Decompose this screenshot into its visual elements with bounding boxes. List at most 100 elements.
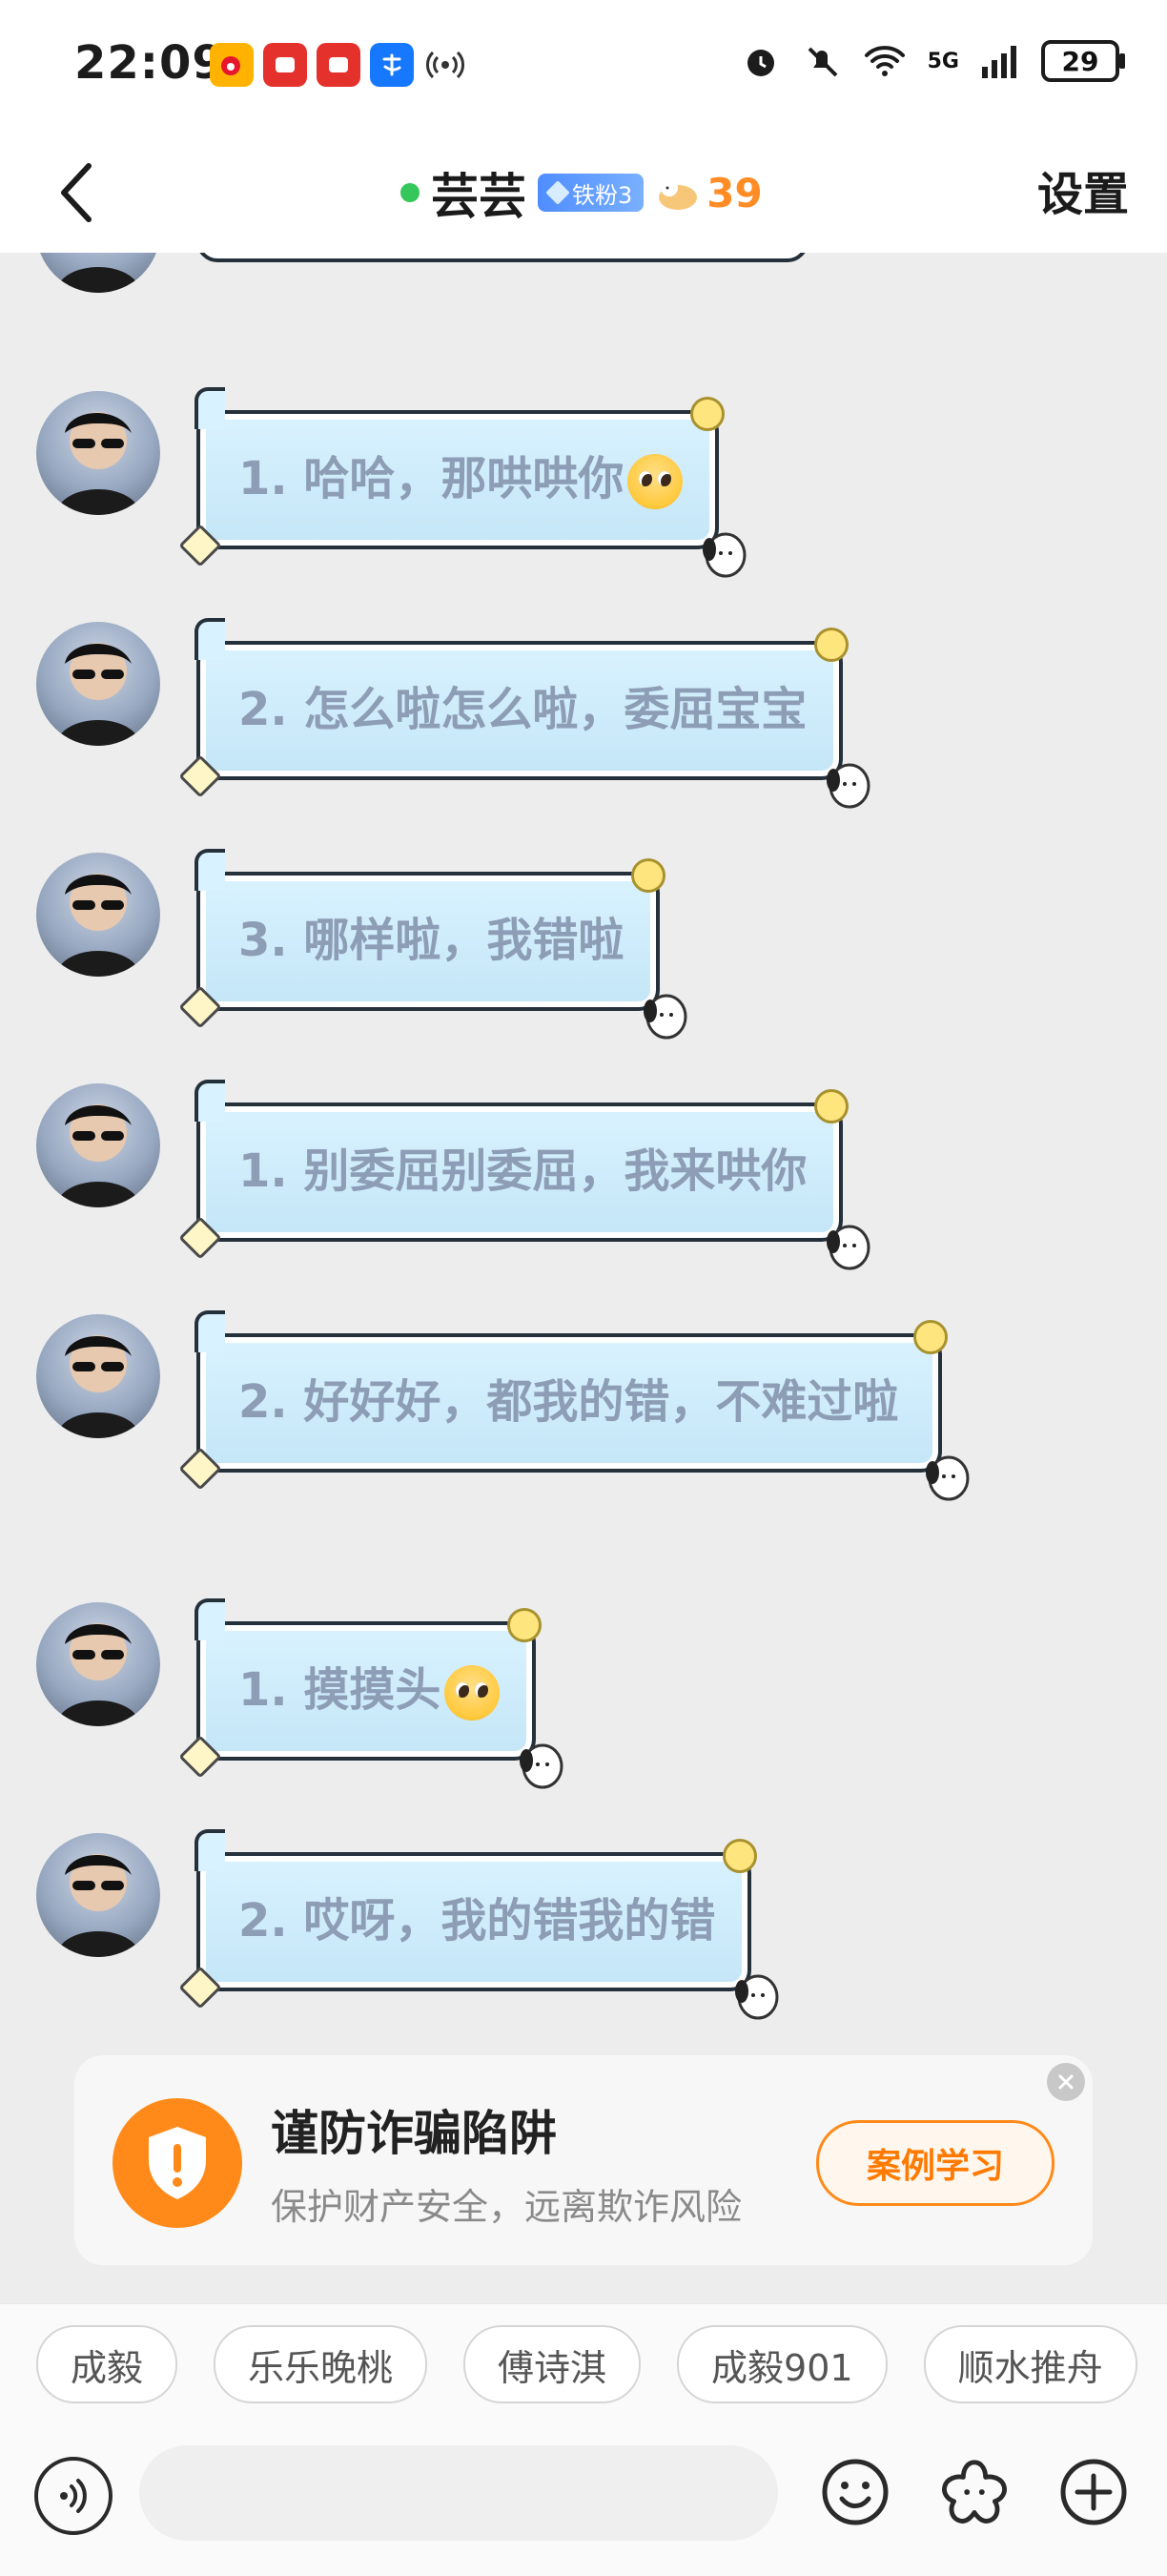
voice-icon [60, 2479, 87, 2513]
pochacco-sticker-icon [735, 1974, 779, 2020]
pochacco-sticker-icon [644, 994, 687, 1040]
voice-input-button[interactable] [34, 2457, 113, 2535]
chat-bubble[interactable]: 1. 别委屈别委屈，我来哄你 [178, 1080, 870, 1270]
fan-level-value: 39 [706, 169, 763, 216]
diamond-icon [545, 180, 570, 205]
fan-badge-label: 铁粉3 [572, 181, 633, 209]
pochacco-sticker-icon [926, 1455, 970, 1501]
chat-title: 芸芸 [431, 169, 526, 224]
bubble-corner-decoration [194, 387, 225, 429]
red-app-icon [263, 43, 307, 87]
bubble-corner-decoration [194, 849, 225, 891]
network-type: 5G [927, 49, 959, 73]
message-text: 2. 好好好，都我的错，不难过啦 [238, 1375, 899, 1429]
avatar[interactable] [36, 253, 160, 293]
red-app-icon-2 [317, 43, 360, 87]
case-study-button[interactable]: 案例学习 [816, 2120, 1054, 2206]
settings-button[interactable]: 设置 [1037, 156, 1129, 223]
message-text: 1. 哈哈，那哄哄你 [238, 452, 624, 505]
fraud-banner-subtitle: 保护财产安全，远离欺诈风险 [271, 2186, 743, 2228]
quick-reply-chip[interactable]: 乐乐晚桃 [214, 2325, 428, 2403]
avatar[interactable] [36, 1314, 160, 1438]
avatar[interactable] [36, 1833, 160, 1957]
avatar[interactable] [36, 1083, 160, 1207]
battery-icon: 29 [1041, 40, 1125, 82]
pochacco-sticker-icon [827, 1225, 870, 1270]
back-arrow-icon [61, 163, 92, 222]
avatar[interactable] [36, 853, 160, 977]
status-time: 22:09 [74, 36, 225, 90]
flower-icon [942, 2460, 1007, 2524]
bubble-star-decoration [178, 524, 222, 567]
signal-icon [982, 46, 1016, 78]
chat-bubble[interactable]: 2. 好好好，都我的错，不难过啦 [178, 1310, 970, 1501]
bubble-corner-decoration [194, 1080, 225, 1122]
bubble-star-decoration [178, 1447, 222, 1491]
bubble-corner-decoration [194, 1310, 225, 1352]
battery-level: 29 [1061, 45, 1099, 77]
chat-bubble[interactable]: 2. 哎呀，我的错我的错 [178, 1829, 779, 2020]
avatar[interactable] [36, 622, 160, 746]
pleading-face-emoji [627, 454, 684, 509]
message-text: 2. 怎么啦怎么啦，委屈宝宝 [238, 683, 808, 736]
quick-reply-chip[interactable]: 成毅 [36, 2325, 178, 2403]
chat-bubble[interactable]: 1. 哈哈，那哄哄你 [178, 387, 747, 578]
chat-header: 芸芸 铁粉3 39 设置 [0, 134, 1167, 254]
bubble-corner-decoration [194, 1598, 225, 1640]
fraud-warning-banner: 谨防诈骗陷阱 保护财产安全，远离欺诈风险 案例学习 [74, 2055, 1093, 2265]
fan-badge: 铁粉3 [538, 174, 645, 212]
chat-bubble[interactable]: 3. 哪样啦，我错啦 [178, 849, 687, 1040]
bubble-top-decoration [913, 1320, 948, 1354]
chat-input-area: 成毅 乐乐晚桃 傅诗淇 成毅901 顺水推舟 [0, 2303, 1167, 2576]
alarm-icon [747, 50, 774, 76]
bubble-star-decoration [178, 985, 222, 1029]
notification-icons [210, 43, 467, 87]
avatar[interactable] [36, 391, 160, 515]
quick-reply-chip[interactable]: 顺水推舟 [923, 2325, 1137, 2403]
close-icon [1058, 2074, 1074, 2090]
bread-icon [659, 179, 698, 210]
message-input[interactable] [139, 2445, 778, 2541]
bubble-corner-decoration [194, 1829, 225, 1871]
chat-bubble[interactable] [196, 253, 809, 262]
chat-bubble[interactable]: 2. 怎么啦怎么啦，委屈宝宝 [178, 618, 870, 809]
fraud-banner-title: 谨防诈骗陷阱 [271, 2106, 557, 2161]
smile-icon [822, 2459, 889, 2525]
shield-warning-icon [113, 2098, 242, 2228]
bubble-top-decoration [631, 858, 666, 893]
message-text: 1. 别委屈别委屈，我来哄你 [238, 1144, 808, 1198]
back-button[interactable] [38, 155, 114, 231]
bubble-star-decoration [178, 1735, 222, 1779]
sticker-button[interactable] [939, 2457, 1010, 2527]
fan-level: 39 [655, 169, 763, 216]
chat-message-list[interactable]: 1. 哈哈，那哄哄你 2. 怎么啦怎么啦，委屈宝宝 3. 哪样啦，我错啦 1. … [0, 253, 1167, 2303]
quick-reply-chip[interactable]: 成毅901 [677, 2325, 888, 2403]
pleading-face-emoji [444, 1665, 501, 1721]
message-text: 3. 哪样啦，我错啦 [238, 914, 624, 967]
bubble-top-decoration [814, 628, 850, 662]
bubble-star-decoration [178, 1216, 222, 1260]
alipay-icon [370, 43, 414, 87]
more-options-button[interactable] [1058, 2457, 1129, 2527]
quick-reply-chips: 成毅 乐乐晚桃 傅诗淇 成毅901 顺水推舟 [36, 2325, 1137, 2403]
plus-icon [1060, 2459, 1127, 2525]
bubble-corner-decoration [194, 618, 225, 660]
close-banner-button[interactable] [1047, 2063, 1085, 2101]
pochacco-sticker-icon [827, 763, 870, 809]
message-text: 1. 摸摸头 [238, 1663, 441, 1717]
mute-icon [808, 47, 838, 77]
chat-bubble[interactable]: 1. 摸摸头 [178, 1598, 563, 1789]
message-text: 2. 哎呀，我的错我的错 [238, 1894, 716, 1947]
bubble-top-decoration [690, 397, 726, 431]
hotspot-icon [423, 43, 467, 87]
pochacco-sticker-icon [703, 532, 747, 578]
quick-reply-chip[interactable]: 傅诗淇 [463, 2325, 642, 2403]
emoji-button[interactable] [820, 2457, 891, 2527]
wifi-icon [864, 46, 905, 76]
bubble-top-decoration [723, 1839, 758, 1873]
pochacco-sticker-icon [520, 1743, 563, 1789]
status-indicators: 5G 29 [741, 40, 1125, 82]
avatar[interactable] [36, 1602, 160, 1726]
bubble-star-decoration [178, 1966, 222, 2009]
chat-title-group[interactable]: 芸芸 铁粉3 39 [400, 156, 763, 229]
